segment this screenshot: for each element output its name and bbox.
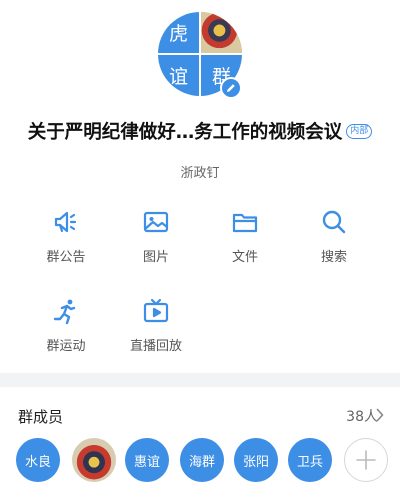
fn-label: 图片 xyxy=(142,250,169,265)
folder-icon xyxy=(232,213,258,233)
fn-label: 搜索 xyxy=(320,250,347,265)
chevron-right-icon[interactable] xyxy=(376,408,384,422)
fn-label: 文件 xyxy=(231,250,258,265)
megaphone-icon xyxy=(54,211,77,233)
members-count[interactable]: 38人 xyxy=(346,406,378,426)
fn-live-replay-button[interactable]: 直播回放 xyxy=(121,297,191,354)
fn-label: 直播回放 xyxy=(129,339,182,354)
member-avatar[interactable]: 水良 xyxy=(16,438,60,482)
fn-images-button[interactable]: 图片 xyxy=(121,208,191,265)
plus-icon xyxy=(356,450,376,470)
section-divider xyxy=(0,373,400,387)
fn-files-button[interactable]: 文件 xyxy=(210,208,280,265)
avatar-char-2: 谊 xyxy=(158,55,199,96)
search-icon xyxy=(322,210,346,234)
group-title: 关于严明纪律做好…务工作的视频会议 xyxy=(27,122,343,143)
fn-sports-button[interactable]: 群运动 xyxy=(31,297,101,354)
group-title-row[interactable]: 关于严明纪律做好…务工作的视频会议 内部 xyxy=(0,118,400,144)
avatar-photo xyxy=(201,12,242,53)
member-avatar[interactable]: 惠谊 xyxy=(125,438,169,482)
edit-pencil-icon[interactable] xyxy=(220,77,242,99)
members-section-title: 群成员 xyxy=(18,408,64,426)
internal-badge: 内部 xyxy=(346,123,373,139)
add-member-button[interactable] xyxy=(344,438,388,482)
fn-announcement-button[interactable]: 群公告 xyxy=(31,208,101,265)
member-avatar[interactable]: 海群 xyxy=(180,438,224,482)
fn-label: 群公告 xyxy=(46,250,86,265)
tv-playback-icon xyxy=(143,298,169,323)
fn-search-button[interactable]: 搜索 xyxy=(299,208,369,265)
member-avatar[interactable]: 张阳 xyxy=(234,438,278,482)
running-icon xyxy=(53,299,76,325)
member-avatar[interactable]: 卫兵 xyxy=(288,438,332,482)
member-avatar-photo[interactable] xyxy=(72,438,116,482)
image-icon xyxy=(143,211,169,233)
fn-label: 群运动 xyxy=(46,339,86,354)
organization-label: 浙政钉 xyxy=(180,166,220,181)
avatar-char-1: 虎 xyxy=(158,12,199,53)
